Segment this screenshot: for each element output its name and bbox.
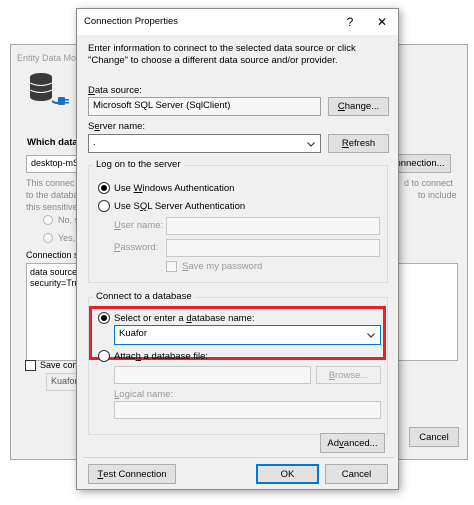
cancel-button[interactable]: Cancel <box>325 464 388 484</box>
database-connection-icon <box>29 73 69 105</box>
windows-auth-label: Use Windows Authentication <box>114 183 235 194</box>
ok-button[interactable]: OK <box>256 464 319 484</box>
change-button[interactable]: Change... <box>328 97 389 116</box>
attach-file-radio[interactable] <box>98 350 110 362</box>
password-label: Password: <box>114 242 159 253</box>
server-name-label: Server name: <box>88 121 146 132</box>
chevron-down-icon <box>307 142 315 147</box>
attach-file-label: Attach a database file: <box>114 351 209 362</box>
windows-auth-radio[interactable] <box>98 182 110 194</box>
include-sensitive-radio[interactable] <box>43 233 53 243</box>
server-name-value: . <box>93 137 96 148</box>
password-input[interactable] <box>166 239 380 257</box>
intro-text: Enter information to connect to the sele… <box>88 43 356 66</box>
save-password-label: Save my password <box>182 261 263 272</box>
data-source-field: Microsoft SQL Server (SqlClient) <box>88 97 321 116</box>
save-password-checkbox[interactable] <box>166 261 177 272</box>
data-source-label: Data source: <box>88 85 142 96</box>
logical-name-input[interactable] <box>114 401 381 419</box>
dialog-title: Connection Properties <box>84 16 178 27</box>
logon-group-title: Log on to the server <box>93 159 184 170</box>
connect-database-group-title: Connect to a database <box>93 291 195 302</box>
sensitive-data-note-right-2: to include <box>418 190 457 200</box>
sensitive-data-note-line-1: This connec <box>26 178 75 188</box>
exclude-sensitive-radio[interactable] <box>43 215 53 225</box>
browse-button[interactable]: Browse... <box>316 366 381 384</box>
advanced-button[interactable]: Ad v anced... <box>320 433 385 453</box>
refresh-button[interactable]: Refresh <box>328 134 389 153</box>
user-name-input[interactable] <box>166 217 380 235</box>
connection-properties-dialog: Connection Properties ? ✕ Enter informat… <box>76 8 399 490</box>
sql-auth-label: Use SQL Server Authentication <box>114 201 246 212</box>
button-separator <box>83 457 394 458</box>
help-button[interactable]: ? <box>339 12 361 32</box>
close-icon: ✕ <box>376 15 388 29</box>
connection-string-label: Connection s <box>26 250 79 260</box>
server-name-combo[interactable]: . <box>88 134 321 153</box>
sensitive-data-note-right-1: d to connect <box>404 178 454 188</box>
wizard-title: Entity Data Mo <box>17 53 77 63</box>
close-button[interactable]: ✕ <box>371 12 393 32</box>
logical-name-label: Logical name: <box>114 389 174 400</box>
test-connection-button[interactable]: Test Connection <box>88 464 176 484</box>
sensitive-data-note-line-2: to the databa <box>26 190 79 200</box>
sql-auth-radio[interactable] <box>98 200 110 212</box>
save-connection-checkbox[interactable] <box>25 360 36 371</box>
wizard-cancel-button[interactable]: Cancel <box>409 427 459 447</box>
attach-file-input[interactable] <box>114 366 311 384</box>
user-name-label: User name: <box>114 220 164 231</box>
dialog-title-bar: Connection Properties ? ✕ <box>77 9 398 35</box>
sensitive-data-note-line-3: this sensitive <box>26 202 78 212</box>
